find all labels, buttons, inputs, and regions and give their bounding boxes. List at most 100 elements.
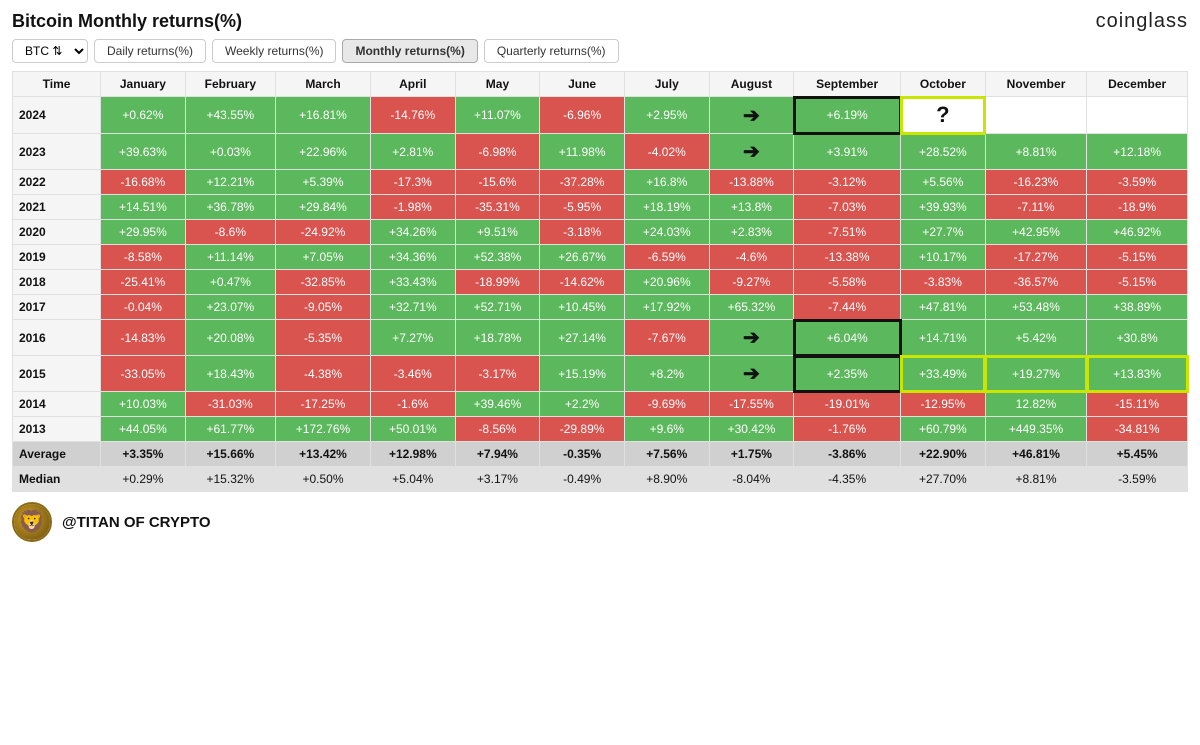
data-cell: +34.36%: [370, 245, 455, 270]
data-cell: +30.42%: [709, 417, 794, 442]
data-cell: +0.03%: [185, 134, 275, 170]
arrow-icon: ➔: [743, 139, 760, 164]
data-cell: +28.52%: [901, 134, 986, 170]
data-cell: +33.43%: [370, 270, 455, 295]
data-cell: +2.35%: [794, 356, 901, 392]
data-cell: +24.03%: [624, 220, 709, 245]
data-cell: ➔: [709, 97, 794, 134]
data-cell: -32.85%: [276, 270, 371, 295]
data-cell: +0.47%: [185, 270, 275, 295]
data-cell: +20.96%: [624, 270, 709, 295]
table-row: 2014+10.03%-31.03%-17.25%-1.6%+39.46%+2.…: [13, 392, 1188, 417]
data-cell: +42.95%: [985, 220, 1087, 245]
data-cell: +18.43%: [185, 356, 275, 392]
median-cell: +3.17%: [455, 467, 540, 492]
tab-weekly-returns[interactable]: Weekly returns(%): [212, 39, 336, 63]
header: Bitcoin Monthly returns(%) coinglass: [12, 10, 1188, 33]
data-cell: -17.3%: [370, 170, 455, 195]
asset-select[interactable]: BTC ⇅: [12, 39, 88, 63]
median-label: Median: [13, 467, 101, 492]
average-cell: +13.42%: [276, 442, 371, 467]
data-cell: +14.51%: [101, 195, 186, 220]
median-cell: +27.70%: [901, 467, 986, 492]
data-cell: +449.35%: [985, 417, 1087, 442]
data-cell: -6.59%: [624, 245, 709, 270]
page-title: Bitcoin Monthly returns(%): [12, 11, 242, 32]
data-cell: +39.46%: [455, 392, 540, 417]
col-header-jun: June: [540, 72, 625, 97]
data-cell: -19.01%: [794, 392, 901, 417]
data-cell: -36.57%: [985, 270, 1087, 295]
year-cell: 2016: [13, 320, 101, 356]
data-cell: +2.81%: [370, 134, 455, 170]
data-cell: +19.27%: [985, 356, 1087, 392]
data-cell: -12.95%: [901, 392, 986, 417]
data-cell: +11.14%: [185, 245, 275, 270]
average-cell: -0.35%: [540, 442, 625, 467]
data-cell: [985, 97, 1087, 134]
data-cell: +39.93%: [901, 195, 986, 220]
average-cell: +12.98%: [370, 442, 455, 467]
data-cell: +52.71%: [455, 295, 540, 320]
average-cell: +22.90%: [901, 442, 986, 467]
data-cell: -13.88%: [709, 170, 794, 195]
data-cell: -24.92%: [276, 220, 371, 245]
data-cell: +33.49%: [901, 356, 986, 392]
data-cell: -8.6%: [185, 220, 275, 245]
data-cell: +7.05%: [276, 245, 371, 270]
data-cell: +10.03%: [101, 392, 186, 417]
returns-table: Time January February March April May Ju…: [12, 71, 1188, 492]
data-cell: +23.07%: [185, 295, 275, 320]
data-cell: -3.17%: [455, 356, 540, 392]
median-cell: +0.50%: [276, 467, 371, 492]
username-label: @TITAN OF CRYPTO: [62, 514, 211, 531]
data-cell: +16.8%: [624, 170, 709, 195]
data-cell: -9.05%: [276, 295, 371, 320]
tab-quarterly-returns[interactable]: Quarterly returns(%): [484, 39, 619, 63]
data-cell: +7.27%: [370, 320, 455, 356]
data-cell: +5.56%: [901, 170, 986, 195]
col-header-may: May: [455, 72, 540, 97]
data-cell: -5.15%: [1087, 270, 1188, 295]
median-cell: +5.04%: [370, 467, 455, 492]
tab-monthly-returns[interactable]: Monthly returns(%): [342, 39, 477, 63]
data-cell: ?: [901, 97, 986, 134]
average-cell: +5.45%: [1087, 442, 1188, 467]
table-row: 2023+39.63%+0.03%+22.96%+2.81%-6.98%+11.…: [13, 134, 1188, 170]
year-cell: 2014: [13, 392, 101, 417]
data-cell: +36.78%: [185, 195, 275, 220]
data-cell: -3.12%: [794, 170, 901, 195]
data-cell: +13.8%: [709, 195, 794, 220]
data-cell: -31.03%: [185, 392, 275, 417]
data-cell: -14.62%: [540, 270, 625, 295]
data-cell: -34.81%: [1087, 417, 1188, 442]
data-cell: +53.48%: [985, 295, 1087, 320]
data-cell: -7.03%: [794, 195, 901, 220]
col-header-feb: February: [185, 72, 275, 97]
year-cell: 2015: [13, 356, 101, 392]
average-label: Average: [13, 442, 101, 467]
data-cell: +27.14%: [540, 320, 625, 356]
data-cell: +2.2%: [540, 392, 625, 417]
data-cell: -17.27%: [985, 245, 1087, 270]
data-cell: -17.55%: [709, 392, 794, 417]
data-cell: -25.41%: [101, 270, 186, 295]
footer: 🦁 @TITAN OF CRYPTO: [12, 502, 1188, 542]
data-cell: -3.59%: [1087, 170, 1188, 195]
data-cell: -14.83%: [101, 320, 186, 356]
data-cell: -4.6%: [709, 245, 794, 270]
data-cell: +65.32%: [709, 295, 794, 320]
data-cell: +9.51%: [455, 220, 540, 245]
year-cell: 2024: [13, 97, 101, 134]
data-cell: -6.96%: [540, 97, 625, 134]
table-row: 2015-33.05%+18.43%-4.38%-3.46%-3.17%+15.…: [13, 356, 1188, 392]
data-cell: +52.38%: [455, 245, 540, 270]
tab-daily-returns[interactable]: Daily returns(%): [94, 39, 206, 63]
data-cell: -0.04%: [101, 295, 186, 320]
data-cell: +61.77%: [185, 417, 275, 442]
table-row: 2021+14.51%+36.78%+29.84%-1.98%-35.31%-5…: [13, 195, 1188, 220]
data-cell: +44.05%: [101, 417, 186, 442]
data-cell: +8.81%: [985, 134, 1087, 170]
arrow-icon: ➔: [743, 103, 760, 128]
data-cell: +47.81%: [901, 295, 986, 320]
